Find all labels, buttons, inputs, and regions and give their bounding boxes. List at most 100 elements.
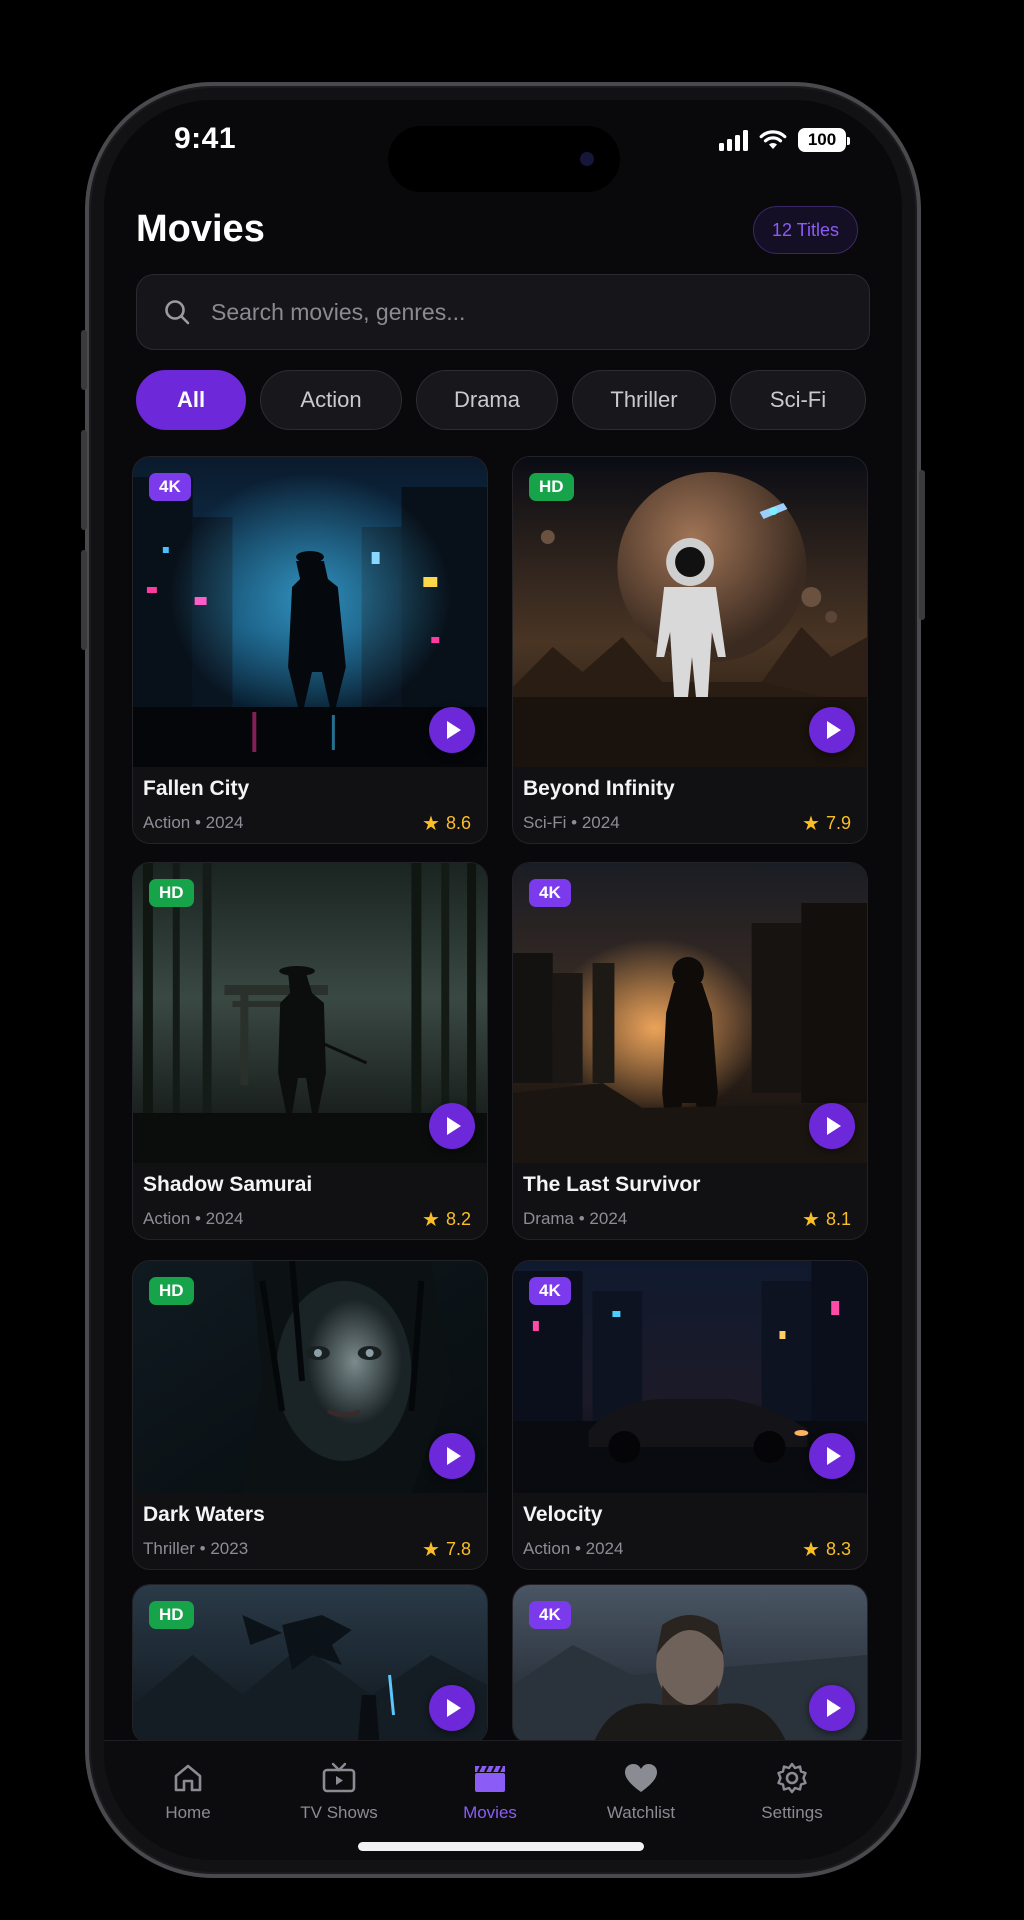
tab-label: TV Shows (300, 1803, 378, 1822)
movie-meta: Action • 2024 (143, 1209, 244, 1228)
rating-value: 8.3 (825, 1539, 851, 1559)
quality-badge: HD (149, 1277, 194, 1305)
volume-up-button (81, 430, 87, 530)
tv-icon (322, 1762, 356, 1793)
movie-card-shadow-samurai[interactable]: HD Shadow Samurai Action • 2024 ★ 8.2 (132, 862, 488, 1240)
star-icon: ★ (802, 813, 820, 835)
power-button (919, 470, 925, 620)
camera-icon (580, 152, 594, 166)
rating-value: 8.1 (825, 1209, 851, 1229)
movie-meta: Thriller • 2023 (143, 1539, 249, 1558)
battery-indicator: 100 (798, 128, 850, 152)
search-icon (165, 300, 190, 325)
movie-meta: Action • 2024 (523, 1539, 624, 1558)
movie-meta: Action • 2024 (143, 813, 244, 832)
movie-card[interactable]: HD (132, 1584, 488, 1744)
filter-chip-sci-fi[interactable]: Sci-Fi (730, 370, 866, 430)
play-button[interactable] (429, 707, 475, 753)
play-button[interactable] (809, 1103, 855, 1149)
page-title: Movies (136, 208, 265, 250)
movie-card-velocity[interactable]: 4K Velocity Action • 2024 ★ 8.3 (512, 1260, 868, 1570)
movie-title: Beyond Infinity (523, 777, 675, 800)
status-bar: 9:41 100 (104, 100, 902, 192)
filter-chip-drama[interactable]: Drama (416, 370, 558, 430)
action-button (81, 330, 87, 390)
tab-label: Home (165, 1803, 211, 1822)
movie-meta: Sci-Fi • 2024 (523, 813, 620, 832)
quality-badge: 4K (529, 1601, 571, 1629)
movie-info: Velocity Action • 2024 ★ 8.3 (513, 1493, 867, 1569)
movie-card-the-last-survivor[interactable]: 4K The Last Survivor Drama • 2024 ★ 8.1 (512, 862, 868, 1240)
quality-badge: 4K (529, 879, 571, 907)
star-icon: ★ (422, 1539, 440, 1561)
search-input[interactable] (211, 298, 869, 326)
quality-badge: 4K (149, 473, 191, 501)
star-icon: ★ (422, 813, 440, 835)
rating-value: 7.8 (445, 1539, 471, 1559)
search-bar[interactable] (136, 274, 870, 350)
heart-icon (625, 1764, 657, 1792)
play-button[interactable] (429, 1103, 475, 1149)
movie-info: The Last Survivor Drama • 2024 ★ 8.1 (513, 1163, 867, 1239)
play-button[interactable] (809, 1685, 855, 1731)
dynamic-island (388, 126, 620, 192)
movie-info: Dark Waters Thriller • 2023 ★ 7.8 (133, 1493, 487, 1569)
movie-poster: 4K (513, 863, 867, 1163)
movie-poster: 4K (513, 1261, 867, 1493)
home-indicator[interactable] (358, 1842, 644, 1851)
movie-rating: ★ 8.1 (802, 1207, 851, 1232)
movie-title: Dark Waters (143, 1503, 265, 1526)
rating-value: 8.2 (445, 1209, 471, 1229)
clapperboard-icon (475, 1765, 505, 1792)
movie-meta: Drama • 2024 (523, 1209, 628, 1228)
quality-badge: HD (149, 1601, 194, 1629)
movie-poster: 4K (513, 1585, 867, 1743)
movie-title: Velocity (523, 1503, 603, 1526)
quality-badge: 4K (529, 1277, 571, 1305)
star-icon: ★ (802, 1539, 820, 1561)
movie-poster: HD (513, 457, 867, 767)
movie-poster: 4K (133, 457, 487, 767)
movie-poster: HD (133, 1585, 487, 1743)
wifi-icon (759, 130, 787, 149)
movie-info: Shadow Samurai Action • 2024 ★ 8.2 (133, 1163, 487, 1239)
movie-card-dark-waters[interactable]: HD Dark Waters Thriller • 2023 ★ 7.8 (132, 1260, 488, 1570)
status-icons: 100 (719, 128, 850, 152)
movie-info: Fallen City Action • 2024 ★ 8.6 (133, 767, 487, 843)
filter-chip-thriller[interactable]: Thriller (572, 370, 716, 430)
play-button[interactable] (809, 1433, 855, 1479)
movie-card[interactable]: 4K (512, 1584, 868, 1744)
star-icon: ★ (422, 1209, 440, 1231)
movie-rating: ★ 7.8 (422, 1537, 471, 1562)
tab-label: Settings (761, 1803, 823, 1822)
tab-label: Movies (463, 1803, 517, 1822)
tab-settings[interactable]: Settings (722, 1759, 862, 1823)
movie-title: The Last Survivor (523, 1173, 701, 1196)
quality-badge: HD (529, 473, 574, 501)
movie-poster: HD (133, 1261, 487, 1493)
status-time: 9:41 (174, 122, 237, 155)
quality-badge: HD (149, 879, 194, 907)
tab-tv-shows[interactable]: TV Shows (269, 1759, 409, 1823)
rating-value: 8.6 (445, 813, 471, 833)
filter-chip-all[interactable]: All (136, 370, 246, 430)
tab-label: Watchlist (606, 1803, 676, 1822)
rating-value: 7.9 (825, 813, 851, 833)
movie-rating: ★ 8.2 (422, 1207, 471, 1232)
tab-home[interactable]: Home (118, 1759, 258, 1823)
play-button[interactable] (429, 1433, 475, 1479)
cellular-signal-icon (719, 129, 748, 151)
movie-card-beyond-infinity[interactable]: HD Beyond Infinity Sci-Fi • 2024 ★ 7.9 (512, 456, 868, 844)
play-button[interactable] (809, 707, 855, 753)
titles-count-badge: 12 Titles (752, 206, 858, 254)
movie-title: Fallen City (143, 777, 250, 800)
movie-title: Shadow Samurai (143, 1173, 313, 1196)
tab-watchlist[interactable]: Watchlist (571, 1759, 711, 1823)
volume-down-button (81, 550, 87, 650)
tab-movies[interactable]: Movies (420, 1759, 560, 1823)
movie-card-fallen-city[interactable]: 4K Fallen City Action • 2024 ★ 8.6 (132, 456, 488, 844)
movie-rating: ★ 7.9 (802, 811, 851, 836)
star-icon: ★ (802, 1209, 820, 1231)
play-button[interactable] (429, 1685, 475, 1731)
filter-chip-action[interactable]: Action (260, 370, 402, 430)
